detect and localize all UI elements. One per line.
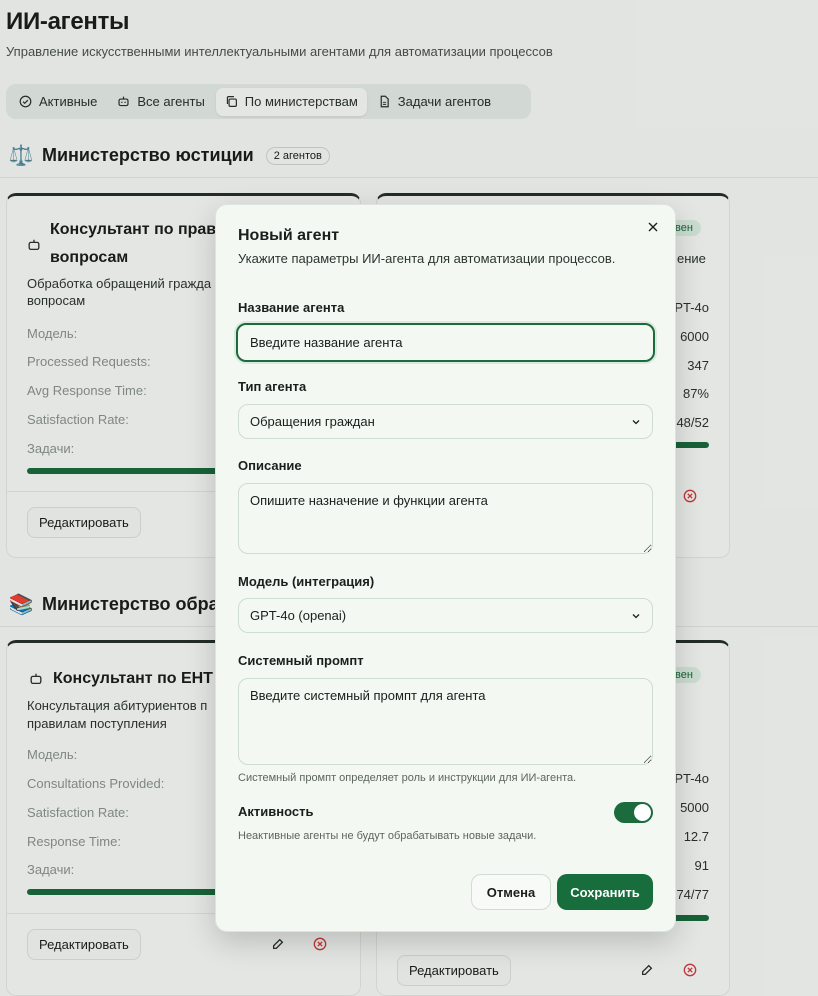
agent-name-input[interactable] [236,323,655,362]
active-label: Активность [238,804,314,819]
agent-type-select[interactable]: Обращения граждан [238,404,653,439]
model-select[interactable]: GPT-4o (openai) [238,598,653,633]
dialog-title: Новый агент [238,227,340,244]
agent-type-label: Тип агента [238,379,307,394]
description-label: Описание [238,458,302,473]
system-prompt-hint: Системный промпт определяет роль и инстр… [238,772,577,784]
agent-name-label: Название агента [238,300,345,315]
new-agent-dialog: Новый агент Укажите параметры ИИ-агента … [215,204,676,932]
chevron-down-icon [632,419,640,424]
description-textarea[interactable] [238,483,653,554]
system-prompt-label: Системный промпт [238,653,364,668]
model-label: Модель (интеграция) [238,574,375,589]
active-hint: Неактивные агенты не будут обрабатывать … [238,830,537,842]
cancel-button[interactable]: Отмена [471,874,551,910]
chevron-down-icon [632,613,640,618]
toggle-knob [634,804,651,821]
select-value: GPT-4o (openai) [250,608,347,623]
system-prompt-textarea[interactable] [238,678,653,765]
save-button[interactable]: Сохранить [557,874,653,910]
active-toggle[interactable] [614,802,653,823]
dialog-description: Укажите параметры ИИ-агента для автомати… [238,251,616,266]
select-value: Обращения граждан [250,414,375,429]
close-icon[interactable] [647,221,659,233]
